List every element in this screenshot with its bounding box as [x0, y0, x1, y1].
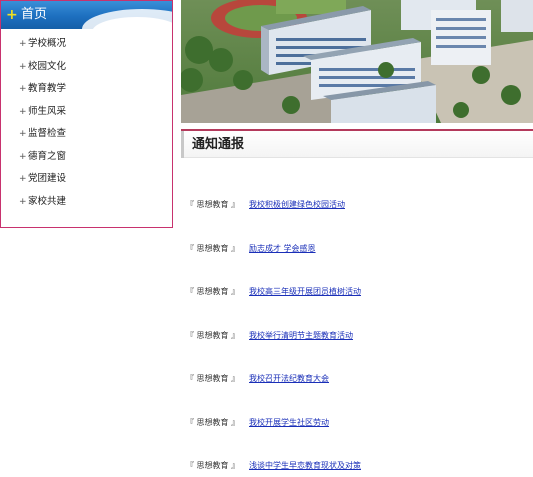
sidebar-item-label: 学校概况	[28, 38, 67, 49]
notice-category: 『 思想教育 』	[186, 374, 240, 383]
bullet-plus-icon: +	[19, 39, 27, 49]
notice-link[interactable]: 我校开展学生社区劳动	[249, 416, 329, 430]
sidebar-nav: + 首页 + 学校概况 + 校园文化 + 教育教学 + 师生风采 + 监督检查 + 德育之窗…	[0, 0, 173, 228]
sidebar-item-campus-culture[interactable]: + 校园文化	[1, 56, 172, 79]
notice-category: 『 思想教育 』	[186, 330, 240, 340]
bullet-plus-icon: +	[19, 174, 27, 184]
sidebar-item-label: 监督检查	[28, 128, 67, 139]
bullet-plus-icon: +	[19, 84, 27, 94]
notice-category: 『 思想教育 』	[186, 287, 240, 296]
sidebar-item-moral-education[interactable]: + 德育之窗	[1, 146, 172, 169]
building-far-right	[501, 0, 533, 32]
building-main-side	[261, 26, 269, 75]
notice-link[interactable]: 我校举行清明节主题教育活动	[249, 329, 353, 343]
bullet-plus-icon: +	[19, 106, 27, 117]
notice-link[interactable]: 我校积极创建绿色校园活动	[249, 198, 345, 212]
campus-banner-image	[181, 0, 533, 123]
notice-link[interactable]: 浅谈中学生早恋教育现状及对策	[249, 459, 361, 473]
sidebar-item-label: 德育之窗	[28, 150, 67, 162]
notice-category: 『 思想教育 』	[186, 243, 240, 253]
sidebar-item-home-school[interactable]: + 家校共建	[1, 191, 172, 214]
notice-category: 『 思想教育 』	[186, 417, 240, 427]
bullet-plus-icon: +	[19, 196, 27, 207]
notice-category: 『 思想教育 』	[186, 461, 240, 470]
sidebar-item-education-teaching[interactable]: + 教育教学	[1, 78, 172, 101]
bullet-plus-icon: +	[19, 61, 27, 72]
sidebar-item-label: 师生风采	[28, 105, 67, 117]
sidebar-item-party-building[interactable]: + 党团建设	[1, 168, 172, 191]
notice-link[interactable]: 我校高三年级开展团员植树活动	[249, 285, 361, 299]
campus-illustration	[181, 0, 533, 123]
sidebar-item-school-overview[interactable]: + 学校概况	[1, 33, 172, 56]
sidebar-item-label: 家校共建	[28, 195, 67, 207]
bullet-plus-icon: +	[19, 151, 27, 162]
building-second-windows	[319, 68, 415, 87]
notices-section-header: 通知通报	[181, 131, 533, 158]
bullet-plus-icon: +	[19, 129, 27, 139]
sidebar-item-teacher-student-style[interactable]: + 师生风采	[1, 101, 172, 124]
sidebar-item-label: 党团建设	[28, 173, 67, 184]
home-link[interactable]: 首页	[21, 6, 47, 24]
plus-icon: +	[6, 7, 18, 23]
sidebar-item-supervision[interactable]: + 监督检查	[1, 123, 172, 146]
notice-link[interactable]: 我校召开法纪教育大会	[249, 372, 329, 386]
section-title-accent	[181, 131, 184, 158]
notices-section-title: 通知通报	[192, 137, 245, 152]
sidebar-item-label: 教育教学	[28, 83, 67, 94]
notice-link[interactable]: 励志成才 学会感恩	[249, 242, 316, 256]
sidebar-item-label: 校园文化	[28, 60, 67, 72]
notice-category: 『 思想教育 』	[186, 200, 240, 209]
sidebar-menu: + 学校概况 + 校园文化 + 教育教学 + 师生风采 + 监督检查 + 德育之窗 + 党团建…	[1, 29, 172, 213]
sidebar-home-header[interactable]: + 首页	[1, 1, 172, 29]
